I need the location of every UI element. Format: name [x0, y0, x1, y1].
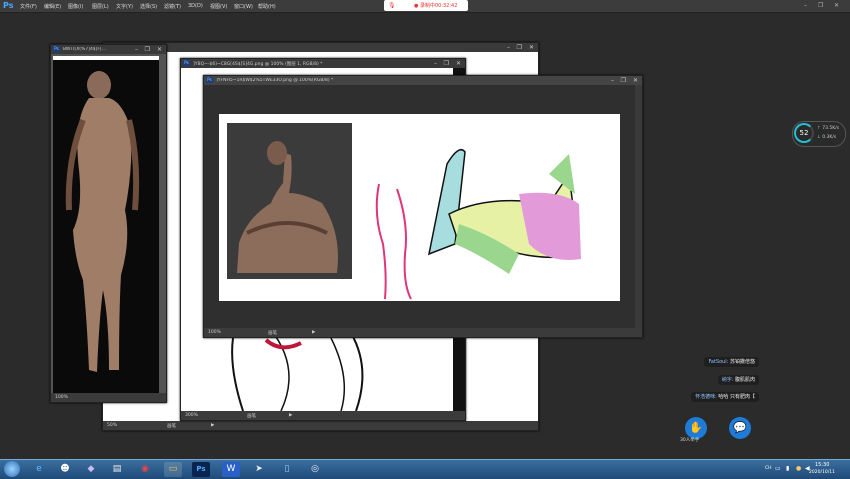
network-icon[interactable]: ▮: [786, 465, 789, 472]
recording-indicator[interactable]: 🎙 ● 录制中00:32:42: [384, 0, 468, 11]
minimize-icon[interactable]: –: [804, 2, 807, 9]
recording-timer: ● 录制中00:32:42: [414, 3, 458, 9]
menu-type[interactable]: 文字(Y): [116, 3, 133, 10]
browser-icon[interactable]: ◎: [306, 462, 324, 477]
canvas[interactable]: [53, 60, 159, 393]
restore-icon[interactable]: ❐: [145, 46, 150, 53]
arm-sketch-drawing: [375, 149, 581, 300]
download-arrow-icon: ↓: [817, 135, 821, 140]
canvas[interactable]: [219, 114, 620, 301]
window-titlebar[interactable]: Ps ]YBQ~-$6)~C8G[4S$[S]4G.png @ 100% (图层…: [181, 59, 465, 68]
chat-message: 怀浩德咪: 哈哈 只有肥肉【: [691, 392, 759, 402]
send-icon[interactable]: ➤: [250, 462, 268, 477]
cpu-gauge: 52: [794, 123, 814, 143]
ie-icon[interactable]: e: [30, 462, 48, 477]
ps-doc-icon: Ps: [53, 46, 60, 52]
minimize-icon[interactable]: –: [611, 77, 614, 84]
menu-edit[interactable]: 编辑(E): [44, 3, 61, 10]
figure-image: [65, 71, 140, 372]
minimize-icon[interactable]: –: [135, 46, 138, 53]
chrome-icon[interactable]: ◉: [136, 462, 154, 477]
raise-hand-count: 30人举手: [680, 438, 700, 443]
document-window-4[interactable]: Ps ]YFNH5~1R$W$2%5TWE33O.png @ 100%(RGB/…: [203, 75, 643, 338]
status-bar: 100% 画笔 ▶: [204, 328, 642, 337]
status-bar: 100%: [51, 393, 166, 402]
wps-icon[interactable]: W: [222, 462, 240, 477]
restore-icon[interactable]: ❐: [818, 2, 823, 9]
zoom-level[interactable]: 100%: [208, 330, 221, 335]
close-icon[interactable]: ✕: [456, 60, 461, 67]
window-title: ]YFNH5~1R$W$2%5TWE33O.png @ 100%(RGB/8) …: [216, 78, 334, 83]
zoom-level[interactable]: 300%: [185, 413, 198, 418]
restore-icon[interactable]: ❐: [517, 44, 522, 51]
arrow-right-icon[interactable]: ▶: [312, 330, 315, 335]
app-icon[interactable]: ☻: [56, 462, 74, 477]
chat-button[interactable]: 💬: [729, 417, 751, 439]
menu-3d[interactable]: 3D(D): [188, 3, 203, 9]
menu-bar: Ps 文件(F) 编辑(E) 图像(I) 图层(L) 文字(Y) 选择(S) 滤…: [0, 0, 850, 13]
upload-arrow-icon: ↑: [817, 126, 821, 131]
notes-icon[interactable]: ▤: [108, 462, 126, 477]
status-bar: 300% 画笔 ▶: [181, 411, 465, 420]
close-icon[interactable]: ✕: [834, 2, 839, 9]
menu-view[interactable]: 视图(V): [210, 3, 227, 10]
input-language[interactable]: CH: [765, 466, 772, 471]
zoom-level[interactable]: 50%: [107, 423, 117, 428]
window-titlebar[interactable]: Ps ]YFNH5~1R$W$2%5TWE33O.png @ 100%(RGB/…: [204, 76, 642, 85]
photoshop-taskbar-icon[interactable]: Ps: [192, 462, 210, 477]
taskbar: e ☻ ◆ ▤ ◉ ▭ Ps W ➤ ▯ ◎ CH ▭ ▮ ● ◀ 15:30 …: [0, 459, 850, 479]
scrollbar[interactable]: [635, 85, 642, 328]
qq-icon[interactable]: ●: [796, 465, 801, 472]
status-label: 画笔: [268, 331, 277, 336]
arm-reference-photo: [227, 123, 352, 279]
window-titlebar[interactable]: Ps BWTI[X(%7]4$[F[... – ❐ ✕: [51, 45, 166, 54]
arm-photo-image: [237, 141, 338, 273]
download-speed: ↓ 0.3K/s: [817, 135, 837, 140]
menu-help[interactable]: 帮助(H): [258, 3, 276, 10]
status-bar: 50% 画笔 ▶: [103, 421, 538, 430]
document-window-1[interactable]: Ps BWTI[X(%7]4$[F[... – ❐ ✕ 100%: [50, 44, 167, 403]
menu-window[interactable]: 窗口(W): [234, 3, 253, 10]
photoshop-logo: Ps: [3, 1, 14, 10]
arrow-right-icon[interactable]: ▶: [289, 413, 292, 418]
restore-icon[interactable]: ❐: [444, 60, 449, 67]
status-label: 画笔: [247, 414, 256, 419]
menu-file[interactable]: 文件(F): [20, 3, 37, 10]
window-title: BWTI[X(%7]4$[F[...: [63, 47, 107, 52]
close-icon[interactable]: ✕: [633, 77, 638, 84]
ps-doc-icon: Ps: [183, 60, 190, 66]
cpu-monitor[interactable]: 52 ↑ 73.5K/s ↓ 0.3K/s: [792, 121, 846, 147]
folder-icon[interactable]: ▭: [164, 462, 182, 477]
chat-message: FatSoul: 苏铂撒倍悠: [704, 357, 759, 367]
status-label: 画笔: [167, 424, 176, 429]
chat-message: 纳字: 腹肌肌肉: [717, 375, 759, 385]
keyboard-icon[interactable]: ▭: [775, 465, 781, 472]
raise-hand-button[interactable]: ✋: [685, 417, 707, 439]
microphone-icon: 🎙: [388, 2, 396, 9]
arrow-right-icon[interactable]: ▶: [211, 423, 214, 428]
cpu-percent: 52: [799, 129, 809, 137]
vs-icon[interactable]: ◆: [82, 462, 100, 477]
menu-image[interactable]: 图像(I): [68, 3, 83, 10]
upload-speed: ↑ 73.5K/s: [817, 126, 840, 131]
window-titlebar[interactable]: – ❐ ✕: [103, 43, 538, 52]
menu-layer[interactable]: 图层(L): [92, 3, 109, 10]
menu-select[interactable]: 选择(S): [140, 3, 157, 10]
phone-icon[interactable]: ▯: [278, 462, 296, 477]
clock-time[interactable]: 15:30: [815, 462, 829, 468]
zoom-level[interactable]: 100%: [55, 395, 68, 400]
ps-doc-icon: Ps: [206, 77, 213, 83]
start-button[interactable]: [4, 461, 20, 477]
menu-filter[interactable]: 滤镜(T): [164, 3, 181, 10]
close-icon[interactable]: ✕: [529, 44, 534, 51]
close-icon[interactable]: ✕: [157, 46, 162, 53]
minimize-icon[interactable]: –: [507, 44, 510, 51]
restore-icon[interactable]: ❐: [621, 77, 626, 84]
minimize-icon[interactable]: –: [434, 60, 437, 67]
window-title: ]YBQ~-$6)~C8G[4S$[S]4G.png @ 100% (图层 1,…: [193, 62, 323, 67]
clock-date[interactable]: 2020/10/11: [809, 470, 835, 475]
